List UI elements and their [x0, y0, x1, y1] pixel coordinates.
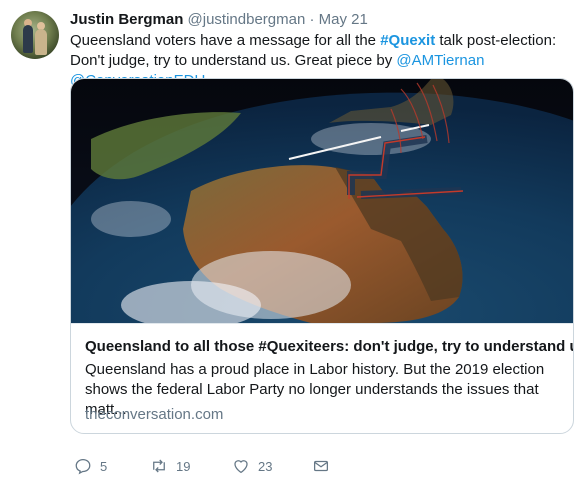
reply-count: 5	[100, 458, 108, 474]
like-button[interactable]: 23	[232, 456, 272, 476]
retweet-icon	[153, 459, 165, 473]
retweet-button[interactable]: 19	[150, 456, 190, 476]
earth-australia-image	[71, 79, 573, 323]
link-card[interactable]: Queensland to all those #Quexiteers: don…	[70, 78, 574, 434]
direct-message-button[interactable]	[312, 456, 330, 476]
tweet-text-part: Queensland voters have a message for all…	[70, 32, 381, 49]
like-count: 23	[258, 458, 273, 474]
avatar-person-body	[23, 25, 33, 53]
mention-link[interactable]: @AMTiernan	[396, 52, 484, 69]
message-icon	[313, 460, 329, 472]
like-icon	[234, 460, 248, 474]
reply-icon	[75, 458, 91, 475]
author-handle[interactable]: @justindbergman	[188, 11, 306, 28]
tweet-header: Justin Bergman @justindbergman · May 21	[70, 10, 368, 30]
tweet-date[interactable]: May 21	[319, 11, 368, 28]
separator: ·	[309, 11, 315, 28]
reply-button[interactable]: 5	[74, 456, 107, 476]
retweet-count: 19	[176, 458, 191, 474]
card-body: Queensland to all those #Quexiteers: don…	[71, 323, 573, 433]
author-name[interactable]: Justin Bergman	[70, 11, 183, 28]
card-domain: theconversation.com	[85, 406, 224, 423]
hashtag-link[interactable]: #Quexit	[380, 32, 435, 49]
card-title[interactable]: Queensland to all those #Quexiteers: don…	[85, 338, 573, 355]
avatar-person-body	[35, 29, 47, 55]
avatar[interactable]	[11, 11, 59, 59]
